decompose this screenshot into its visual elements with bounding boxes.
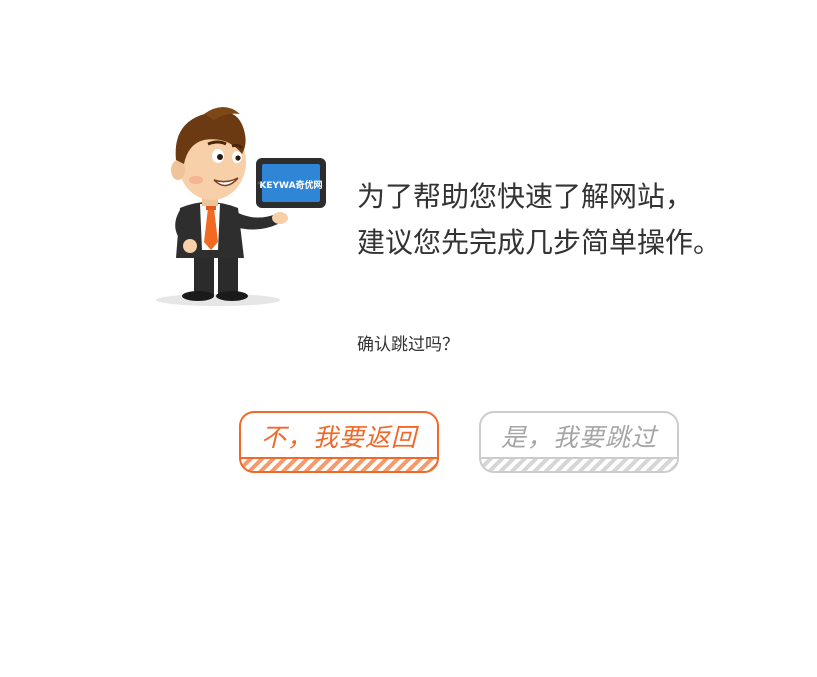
businessman-mascot-illustration: KEYWA奇优网 [128, 100, 334, 326]
headline-line-2: 建议您先完成几步简单操作。 [357, 226, 722, 259]
back-button[interactable]: 不，我要返回 [239, 411, 439, 473]
back-button-label: 不，我要返回 [260, 423, 417, 452]
tablet-brand-text: KEYWA奇优网 [259, 179, 322, 191]
skip-button[interactable]: 是，我要跳过 [479, 411, 679, 473]
skip-button-label: 是，我要跳过 [500, 423, 657, 452]
headline-line-1: 为了帮助您快速了解网站， [357, 180, 694, 213]
guide-headline: 为了帮助您快速了解网站， 建议您先完成几步简单操作。 [357, 174, 721, 266]
skip-confirm-question: 确认跳过吗？ [357, 335, 459, 355]
